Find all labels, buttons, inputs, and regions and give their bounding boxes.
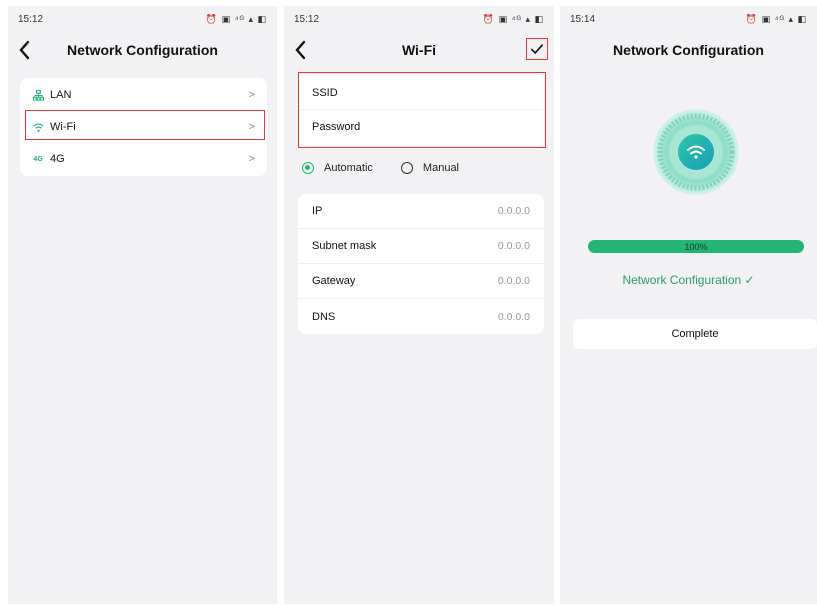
network-config-screen: 15:12 ⏰ ▣ ⁴ᴳ ▴ ◧ Network Configuration L… bbox=[8, 6, 277, 604]
gateway-value: 0.0.0.0 bbox=[497, 275, 530, 287]
list-item-lan[interactable]: LAN > bbox=[20, 79, 267, 111]
dns-row: DNS 0.0.0.0 bbox=[298, 299, 544, 334]
gateway-row: Gateway 0.0.0.0 bbox=[298, 264, 544, 299]
4g-icon: 4G bbox=[33, 155, 43, 163]
nav-bar: Network Configuration bbox=[560, 38, 817, 68]
status-time: 15:14 bbox=[570, 14, 596, 25]
progress-label: 100% bbox=[684, 241, 708, 252]
network-info-card: IP 0.0.0.0 Subnet mask 0.0.0.0 Gateway 0… bbox=[298, 194, 544, 334]
nav-bar: Wi-Fi bbox=[284, 38, 554, 68]
status-icons: ⏰ ▣ ⁴ᴳ ▴ ◧ bbox=[745, 14, 807, 24]
gateway-label: Gateway bbox=[312, 275, 356, 287]
list-item-label: LAN bbox=[50, 89, 72, 101]
dns-label: DNS bbox=[312, 310, 336, 323]
complete-button[interactable]: Complete bbox=[573, 319, 817, 349]
radio-manual[interactable]: Manual bbox=[400, 162, 459, 174]
radio-manual-label: Manual bbox=[422, 162, 459, 174]
checkmark-icon bbox=[530, 44, 544, 55]
status-icons: ⏰ ▣ ⁴ᴳ ▴ ◧ bbox=[205, 14, 267, 24]
nav-bar: Network Configuration bbox=[8, 38, 277, 68]
radio-unselected-icon bbox=[400, 162, 413, 174]
wifi-config-screen: 15:12 ⏰ ▣ ⁴ᴳ ▴ ◧ Wi-Fi SSID Password Aut… bbox=[284, 6, 554, 604]
radio-automatic[interactable]: Automatic bbox=[302, 162, 373, 174]
progress-bar: 100% bbox=[588, 240, 804, 253]
chevron-right-icon: > bbox=[248, 153, 255, 165]
configuration-status-text: Network Configuration ✓ bbox=[622, 273, 755, 287]
ip-row: IP 0.0.0.0 bbox=[298, 194, 544, 229]
page-title: Wi-Fi bbox=[401, 42, 437, 58]
status-bar: 15:12 ⏰ ▣ ⁴ᴳ ▴ ◧ bbox=[294, 14, 544, 28]
status-bar: 15:12 ⏰ ▣ ⁴ᴳ ▴ ◧ bbox=[18, 14, 267, 28]
ip-mode-radio-group: Automatic Manual bbox=[302, 162, 487, 174]
dns-value: 0.0.0.0 bbox=[497, 310, 530, 323]
network-config-complete-screen: 15:14 ⏰ ▣ ⁴ᴳ ▴ ◧ Network Configuration 1… bbox=[560, 6, 817, 604]
list-item-label: 4G bbox=[50, 153, 65, 165]
radio-automatic-label: Automatic bbox=[324, 162, 373, 174]
ip-label: IP bbox=[312, 205, 323, 217]
radio-selected-icon bbox=[302, 162, 314, 174]
credentials-highlight-box bbox=[298, 72, 546, 148]
status-time: 15:12 bbox=[294, 14, 320, 25]
chevron-right-icon: > bbox=[248, 89, 255, 101]
ip-value: 0.0.0.0 bbox=[497, 205, 530, 217]
status-icons: ⏰ ▣ ⁴ᴳ ▴ ◧ bbox=[482, 14, 544, 24]
subnet-mask-value: 0.0.0.0 bbox=[497, 240, 530, 252]
page-title: Network Configuration bbox=[613, 42, 764, 58]
wifi-success-icon bbox=[652, 108, 740, 196]
wifi-highlight-box bbox=[25, 110, 265, 140]
status-bar: 15:14 ⏰ ▣ ⁴ᴳ ▴ ◧ bbox=[570, 14, 807, 28]
subnet-mask-label: Subnet mask bbox=[312, 240, 377, 252]
list-item-4g[interactable]: 4G 4G > bbox=[20, 143, 267, 175]
status-time: 15:12 bbox=[18, 14, 44, 25]
confirm-button[interactable] bbox=[526, 38, 548, 60]
page-title: Network Configuration bbox=[67, 42, 218, 58]
lan-icon bbox=[32, 89, 44, 101]
subnet-mask-row: Subnet mask 0.0.0.0 bbox=[298, 229, 544, 264]
